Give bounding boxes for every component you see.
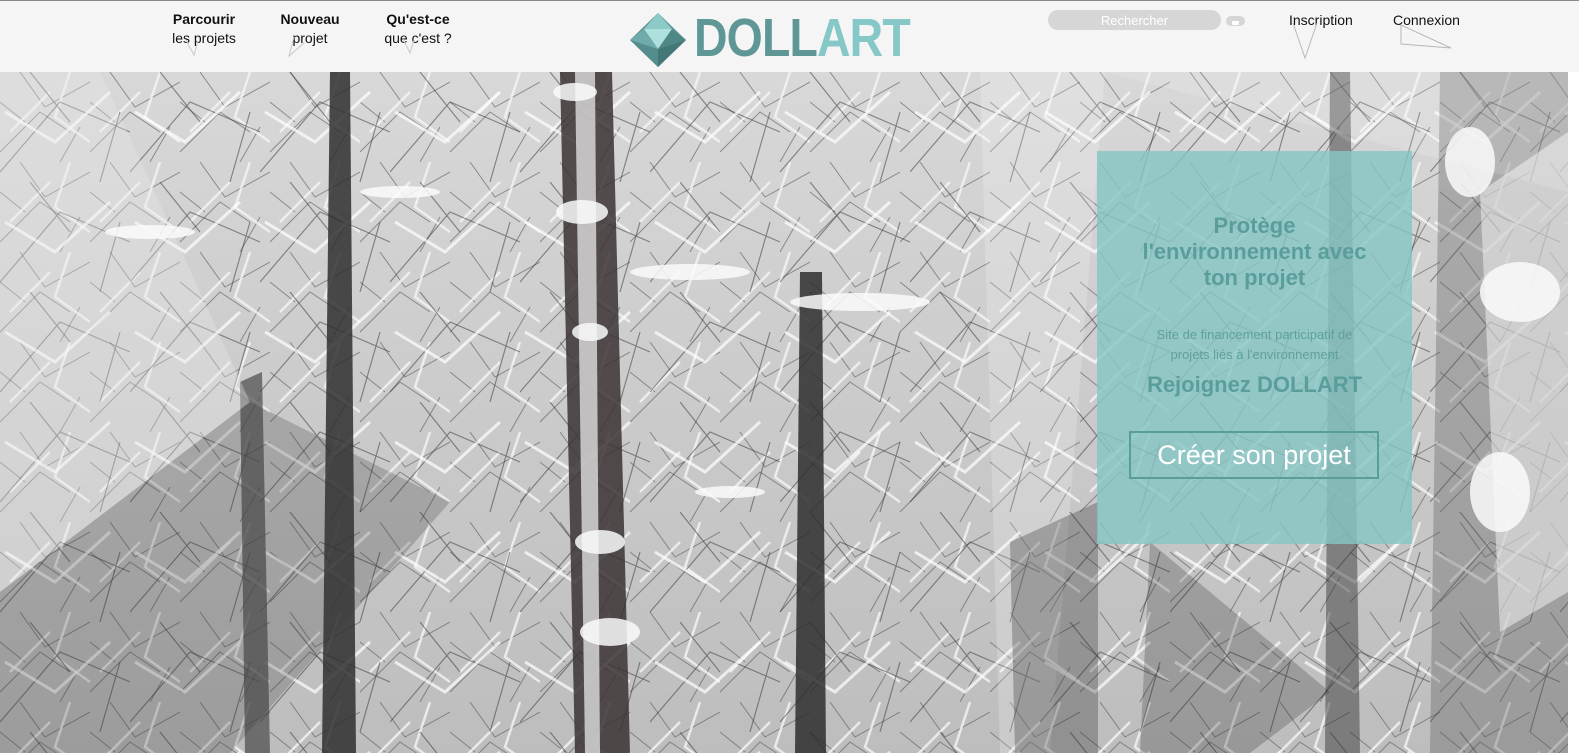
login-link[interactable]: Connexion (1393, 12, 1460, 28)
hero-title-line: l'environnement avec (1142, 239, 1367, 264)
page-edge (1568, 72, 1579, 753)
nav-browse-projects[interactable]: Parcourir les projets (170, 10, 238, 48)
nav-browse-line1: Parcourir (172, 11, 236, 27)
hero-description-line: Site de financement participatif de (1156, 327, 1353, 342)
nav-new-project[interactable]: Nouveau projet (276, 10, 344, 48)
hero-title: Protège l'environnement avec ton projet (1097, 213, 1412, 291)
hero-description: Site de financement participatif de proj… (1117, 325, 1392, 365)
site-header: Parcourir les projets Nouveau projet Qu'… (0, 0, 1579, 72)
join-heading: Rejoignez DOLLART (1146, 372, 1363, 397)
logo-word-doll: DOLL (694, 8, 818, 68)
hero-title-line: ton projet (1203, 265, 1306, 290)
search-button[interactable] (1226, 16, 1245, 26)
nav-new-line2: projet (292, 30, 328, 46)
logo-word-art: ART (816, 8, 911, 68)
create-project-button[interactable]: Créer son projet (1129, 431, 1379, 479)
search-icon (1232, 20, 1239, 25)
dollart-logo[interactable]: DOLLART (628, 9, 911, 69)
nav-what-line2: que c'est ? (384, 30, 452, 46)
diamond-logo-icon (630, 13, 686, 67)
signup-link[interactable]: Inscription (1289, 12, 1353, 28)
nav-new-line1: Nouveau (280, 11, 340, 27)
nav-browse-line2: les projets (172, 30, 236, 46)
hero-title-line: Protège (1213, 213, 1296, 238)
cta-panel: Protège l'environnement avec ton projet … (1097, 151, 1412, 544)
nav-what-line1: Qu'est-ce (386, 11, 450, 27)
hero-description-line: projets liés à l'environnement (1170, 347, 1339, 362)
search-input[interactable] (1048, 10, 1221, 30)
nav-what-is-it[interactable]: Qu'est-ce que c'est ? (380, 10, 456, 48)
logo-wordmark: DOLLART (694, 8, 911, 68)
